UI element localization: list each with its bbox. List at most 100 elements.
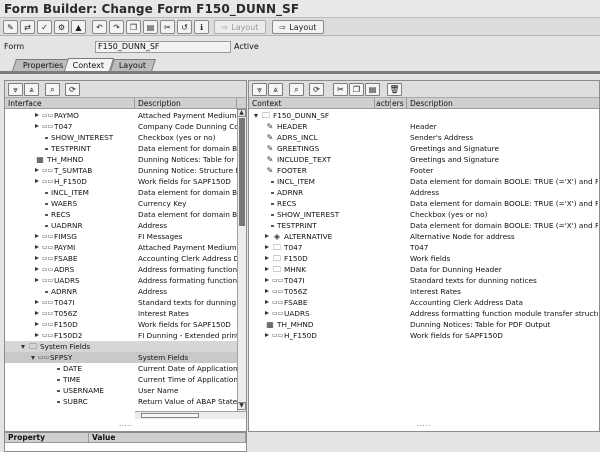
- right-tree-row[interactable]: RECS Data element for domain BOOLE: TRUE …: [249, 198, 598, 209]
- left-tree-row[interactable]: SHOW_INTEREST Checkbox (yes or no): [5, 132, 237, 143]
- find-icon[interactable]: ⌕: [289, 83, 304, 96]
- interface-hscroll[interactable]: [135, 411, 246, 419]
- right-tree-row[interactable]: ✎ FOOTER Footer: [249, 165, 598, 176]
- left-tree-row[interactable]: ADRNR Address: [5, 286, 237, 297]
- expand-node-icon[interactable]: [35, 168, 39, 172]
- interface-vscroll[interactable]: ▲ ▼: [237, 109, 246, 411]
- display-change-icon[interactable]: ✎: [3, 20, 18, 34]
- left-tree-row[interactable]: TIME Current Time of Application S: [5, 374, 237, 385]
- left-tree-row[interactable]: ▭▭ H_F150D Work fields for SAPF150D: [5, 176, 237, 187]
- copy-icon[interactable]: ❐: [349, 83, 364, 96]
- right-tree-row[interactable]: TESTPRINT Data element for domain BOOLE: …: [249, 220, 598, 231]
- left-tree-row[interactable]: ▭▭ FIMSG FI Messages: [5, 231, 237, 242]
- expand-node-icon[interactable]: [35, 267, 39, 271]
- left-tree-row[interactable]: ▭▭ T_SUMTAB Dunning Notice: Structure fo: [5, 165, 237, 176]
- left-tree-row[interactable]: USERNAME User Name: [5, 385, 237, 396]
- paste-icon[interactable]: ▤: [143, 20, 158, 34]
- right-tree-row[interactable]: ▭▭ UADRS Address formatting function modul…: [249, 308, 598, 319]
- right-tree-row[interactable]: ✎ HEADER Header: [249, 121, 598, 132]
- expand-node-icon[interactable]: [35, 322, 39, 326]
- find-icon[interactable]: ⌕: [45, 83, 60, 96]
- scroll-up-icon[interactable]: ▲: [237, 109, 246, 117]
- right-tree-row[interactable]: ▭▭ T047I Standard texts for dunning notice…: [249, 275, 598, 286]
- expand-node-icon[interactable]: [35, 234, 39, 238]
- left-tree-row[interactable]: UADRNR Address: [5, 220, 237, 231]
- left-tree-row[interactable]: WAERS Currency Key: [5, 198, 237, 209]
- expand-node-icon[interactable]: [35, 333, 39, 337]
- left-tree-row[interactable]: TESTPRINT Data element for domain BO: [5, 143, 237, 154]
- delete-icon[interactable]: 🗑: [387, 83, 402, 96]
- splitter-grip[interactable]: .....: [119, 420, 133, 428]
- test-icon[interactable]: ⚙: [54, 20, 69, 34]
- right-tree-row[interactable]: INCL_ITEM Data element for domain BOOLE: …: [249, 176, 598, 187]
- left-tree-row[interactable]: ▭▭ PAYMI Attached Payment Medium In: [5, 242, 237, 253]
- expand-node-icon[interactable]: [35, 245, 39, 249]
- undo-icon[interactable]: ↺: [177, 20, 192, 34]
- right-tree-row[interactable]: ▭▭ H_F150D Work fields for SAPF150D: [249, 330, 598, 341]
- expand-all-icon[interactable]: ⩔: [252, 83, 267, 96]
- right-tree-row[interactable]: 🗀 F150D Work fields: [249, 253, 598, 264]
- right-tree-row[interactable]: 🗀 F150_DUNN_SF: [249, 110, 598, 121]
- right-tree-row[interactable]: 🗀 T047 T047: [249, 242, 598, 253]
- right-tree-row[interactable]: ✎ GREETINGS Greetings and Signature: [249, 143, 598, 154]
- find-next-icon[interactable]: ⟳: [309, 83, 324, 96]
- left-tree-row[interactable]: ▭▭ F150D Work fields for SAPF150D: [5, 319, 237, 330]
- interface-vthumb[interactable]: [239, 118, 245, 226]
- left-tree-row[interactable]: ▭▭ F150D2 FI Dunning - Extended printin: [5, 330, 237, 341]
- right-tree-row[interactable]: ▦ TH_MHND Dunning Notices: Table for PDF O…: [249, 319, 598, 330]
- splitter-grip[interactable]: .....: [417, 420, 431, 428]
- right-tree-row[interactable]: 🗀 MHNK Data for Dunning Header: [249, 264, 598, 275]
- expand-node-icon[interactable]: [35, 179, 39, 183]
- collapse-all-icon[interactable]: ⩓: [268, 83, 283, 96]
- expand-node-icon[interactable]: [265, 267, 269, 271]
- expand-node-icon[interactable]: [265, 311, 269, 315]
- right-tree-row[interactable]: SHOW_INTEREST Checkbox (yes or no): [249, 209, 598, 220]
- left-tree-row[interactable]: ▭▭ ADRS Address formating function m: [5, 264, 237, 275]
- interface-hthumb[interactable]: [141, 413, 199, 418]
- forward-icon[interactable]: ↷: [109, 20, 124, 34]
- copy-icon[interactable]: ❐: [126, 20, 141, 34]
- find-next-icon[interactable]: ⟳: [65, 83, 80, 96]
- expand-node-icon[interactable]: [265, 256, 269, 260]
- left-tree-row[interactable]: ▭▭ T047 Company Code Dunning Co: [5, 121, 237, 132]
- cut-icon[interactable]: ✂: [333, 83, 348, 96]
- activate-icon[interactable]: ▲: [71, 20, 86, 34]
- left-tree-row[interactable]: ▦ TH_MHND Dunning Notices: Table for P: [5, 154, 237, 165]
- expand-node-icon[interactable]: [265, 234, 269, 238]
- left-tree-row[interactable]: ▭▭ T047I Standard texts for dunning no: [5, 297, 237, 308]
- paste-icon[interactable]: ▤: [365, 83, 380, 96]
- left-tree-row[interactable]: ▭▭ FSABE Accounting Clerk Address Da: [5, 253, 237, 264]
- layout-button[interactable]: ⇨ Layout: [272, 20, 324, 34]
- expand-all-icon[interactable]: ⩔: [8, 83, 23, 96]
- cut-icon[interactable]: ✂: [160, 20, 175, 34]
- expand-node-icon[interactable]: [265, 289, 269, 293]
- expand-node-icon[interactable]: [265, 278, 269, 282]
- left-tree-row[interactable]: ▭▭ SFPSY System Fields: [5, 352, 237, 363]
- expand-node-icon[interactable]: [265, 300, 269, 304]
- left-tree-row[interactable]: DATE Current Date of Application S: [5, 363, 237, 374]
- tab-layout[interactable]: Layout: [110, 59, 156, 71]
- expand-node-icon[interactable]: [35, 113, 39, 117]
- right-tree-row[interactable]: ✎ INCLUDE_TEXT Greetings and Signature: [249, 154, 598, 165]
- layout-disabled-button[interactable]: ⇨ Layout: [214, 20, 266, 34]
- right-tree-row[interactable]: ✎ ADRS_INCL Sender's Address: [249, 132, 598, 143]
- right-tree-row[interactable]: ▭▭ FSABE Accounting Clerk Address Data: [249, 297, 598, 308]
- expand-node-icon[interactable]: [265, 333, 269, 337]
- scroll-down-icon[interactable]: ▼: [237, 402, 246, 410]
- right-tree-row[interactable]: ◈ ALTERNATIVE Alternative Node for address: [249, 231, 598, 242]
- right-tree-row[interactable]: ▭▭ T056Z Interest Rates: [249, 286, 598, 297]
- form-name-field[interactable]: F150_DUNN_SF: [95, 41, 231, 53]
- info-icon[interactable]: ℹ: [194, 20, 209, 34]
- left-tree-row[interactable]: RECS Data element for domain BO: [5, 209, 237, 220]
- left-tree-row[interactable]: SUBRC Return Value of ABAP Statem: [5, 396, 237, 407]
- expand-node-icon[interactable]: [35, 300, 39, 304]
- left-tree-row[interactable]: ▭▭ PAYMO Attached Payment Medium O: [5, 110, 237, 121]
- collapse-node-icon[interactable]: [21, 345, 25, 349]
- left-tree-row[interactable]: INCL_ITEM Data element for domain BO: [5, 187, 237, 198]
- left-tree-row[interactable]: ▭▭ T056Z Interest Rates: [5, 308, 237, 319]
- right-tree-row[interactable]: ADRNR Address: [249, 187, 598, 198]
- left-tree-row[interactable]: 🗀 System Fields: [5, 341, 237, 352]
- collapse-all-icon[interactable]: ⩓: [24, 83, 39, 96]
- check-icon[interactable]: ✓: [37, 20, 52, 34]
- back-icon[interactable]: ↶: [92, 20, 107, 34]
